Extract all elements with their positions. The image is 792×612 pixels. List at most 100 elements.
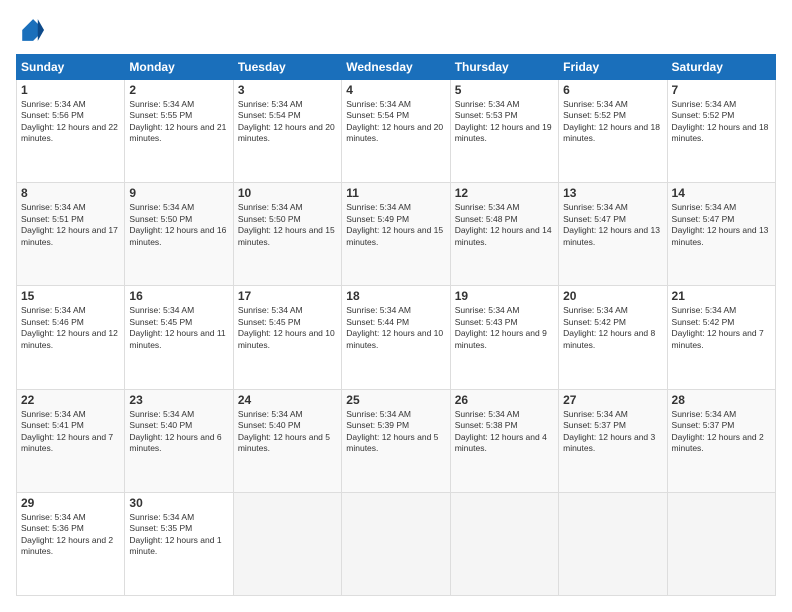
calendar-cell: [450, 492, 558, 595]
calendar-cell: 13 Sunrise: 5:34 AMSunset: 5:47 PMDayligh…: [559, 183, 667, 286]
calendar-cell: 10 Sunrise: 5:34 AMSunset: 5:50 PMDayligh…: [233, 183, 341, 286]
calendar-page: SundayMondayTuesdayWednesdayThursdayFrid…: [0, 0, 792, 612]
calendar-cell: 21 Sunrise: 5:34 AMSunset: 5:42 PMDayligh…: [667, 286, 775, 389]
calendar-cell: 26 Sunrise: 5:34 AMSunset: 5:38 PMDayligh…: [450, 389, 558, 492]
calendar-cell: [559, 492, 667, 595]
day-number: 3: [238, 83, 337, 97]
day-number: 11: [346, 186, 445, 200]
cell-info: Sunrise: 5:34 AMSunset: 5:48 PMDaylight:…: [455, 202, 552, 246]
day-number: 14: [672, 186, 771, 200]
calendar-cell: [342, 492, 450, 595]
cell-info: Sunrise: 5:34 AMSunset: 5:56 PMDaylight:…: [21, 99, 118, 143]
calendar-cell: [667, 492, 775, 595]
cell-info: Sunrise: 5:34 AMSunset: 5:43 PMDaylight:…: [455, 305, 547, 349]
calendar-cell: 7 Sunrise: 5:34 AMSunset: 5:52 PMDaylight…: [667, 80, 775, 183]
calendar-cell: 27 Sunrise: 5:34 AMSunset: 5:37 PMDayligh…: [559, 389, 667, 492]
calendar-cell: 1 Sunrise: 5:34 AMSunset: 5:56 PMDaylight…: [17, 80, 125, 183]
calendar-cell: 17 Sunrise: 5:34 AMSunset: 5:45 PMDayligh…: [233, 286, 341, 389]
day-number: 8: [21, 186, 120, 200]
day-number: 23: [129, 393, 228, 407]
calendar-cell: [233, 492, 341, 595]
day-number: 5: [455, 83, 554, 97]
cell-info: Sunrise: 5:34 AMSunset: 5:50 PMDaylight:…: [129, 202, 226, 246]
calendar-week-3: 15Sunrise: 5:34 AMSunset: 5:46 PMDayligh…: [17, 286, 776, 389]
day-number: 21: [672, 289, 771, 303]
day-number: 2: [129, 83, 228, 97]
day-number: 26: [455, 393, 554, 407]
day-number: 15: [21, 289, 120, 303]
weekday-header-sunday: Sunday: [17, 55, 125, 80]
cell-info: Sunrise: 5:34 AMSunset: 5:40 PMDaylight:…: [238, 409, 330, 453]
cell-info: Sunrise: 5:34 AMSunset: 5:53 PMDaylight:…: [455, 99, 552, 143]
cell-info: Sunrise: 5:34 AMSunset: 5:45 PMDaylight:…: [129, 305, 225, 349]
cell-info: Sunrise: 5:34 AMSunset: 5:51 PMDaylight:…: [21, 202, 118, 246]
calendar-cell: 16 Sunrise: 5:34 AMSunset: 5:45 PMDayligh…: [125, 286, 233, 389]
cell-info: Sunrise: 5:34 AMSunset: 5:50 PMDaylight:…: [238, 202, 335, 246]
calendar-cell: 18 Sunrise: 5:34 AMSunset: 5:44 PMDayligh…: [342, 286, 450, 389]
calendar-week-4: 22 Sunrise: 5:34 AMSunset: 5:41 PMDayligh…: [17, 389, 776, 492]
calendar-cell: 12 Sunrise: 5:34 AMSunset: 5:48 PMDayligh…: [450, 183, 558, 286]
day-number: 13: [563, 186, 662, 200]
calendar-cell: 2 Sunrise: 5:34 AMSunset: 5:55 PMDaylight…: [125, 80, 233, 183]
weekday-header-friday: Friday: [559, 55, 667, 80]
cell-info: Sunrise: 5:34 AMSunset: 5:38 PMDaylight:…: [455, 409, 547, 453]
calendar-week-5: 29 Sunrise: 5:34 AMSunset: 5:36 PMDayligh…: [17, 492, 776, 595]
cell-info: Sunrise: 5:34 AMSunset: 5:52 PMDaylight:…: [563, 99, 660, 143]
day-number: 28: [672, 393, 771, 407]
calendar-cell: 19 Sunrise: 5:34 AMSunset: 5:43 PMDayligh…: [450, 286, 558, 389]
calendar-cell: 6 Sunrise: 5:34 AMSunset: 5:52 PMDaylight…: [559, 80, 667, 183]
day-number: 16: [129, 289, 228, 303]
day-number: 24: [238, 393, 337, 407]
logo-icon: [16, 16, 44, 44]
calendar-cell: 25 Sunrise: 5:34 AMSunset: 5:39 PMDayligh…: [342, 389, 450, 492]
day-number: 17: [238, 289, 337, 303]
day-number: 29: [21, 496, 120, 510]
day-number: 27: [563, 393, 662, 407]
calendar-cell: 24 Sunrise: 5:34 AMSunset: 5:40 PMDayligh…: [233, 389, 341, 492]
cell-info: Sunrise: 5:34 AMSunset: 5:55 PMDaylight:…: [129, 99, 226, 143]
weekday-header-thursday: Thursday: [450, 55, 558, 80]
cell-info: Sunrise: 5:34 AMSunset: 5:41 PMDaylight:…: [21, 409, 113, 453]
day-number: 1: [21, 83, 120, 97]
cell-info: Sunrise: 5:34 AMSunset: 5:54 PMDaylight:…: [238, 99, 335, 143]
cell-info: Sunrise: 5:34 AMSunset: 5:36 PMDaylight:…: [21, 512, 113, 556]
weekday-header-row: SundayMondayTuesdayWednesdayThursdayFrid…: [17, 55, 776, 80]
calendar-cell: 14Sunrise: 5:34 AMSunset: 5:47 PMDayligh…: [667, 183, 775, 286]
day-number: 6: [563, 83, 662, 97]
cell-info: Sunrise: 5:34 AMSunset: 5:42 PMDaylight:…: [563, 305, 655, 349]
cell-info: Sunrise: 5:34 AMSunset: 5:47 PMDaylight:…: [563, 202, 660, 246]
cell-info: Sunrise: 5:34 AMSunset: 5:44 PMDaylight:…: [346, 305, 443, 349]
day-number: 7: [672, 83, 771, 97]
day-number: 30: [129, 496, 228, 510]
calendar-cell: 4 Sunrise: 5:34 AMSunset: 5:54 PMDaylight…: [342, 80, 450, 183]
cell-info: Sunrise: 5:34 AMSunset: 5:52 PMDaylight:…: [672, 99, 769, 143]
calendar-cell: 3 Sunrise: 5:34 AMSunset: 5:54 PMDaylight…: [233, 80, 341, 183]
weekday-header-tuesday: Tuesday: [233, 55, 341, 80]
calendar-cell: 23Sunrise: 5:34 AMSunset: 5:40 PMDayligh…: [125, 389, 233, 492]
weekday-header-monday: Monday: [125, 55, 233, 80]
day-number: 20: [563, 289, 662, 303]
day-number: 10: [238, 186, 337, 200]
day-number: 12: [455, 186, 554, 200]
weekday-header-saturday: Saturday: [667, 55, 775, 80]
day-number: 22: [21, 393, 120, 407]
cell-info: Sunrise: 5:34 AMSunset: 5:39 PMDaylight:…: [346, 409, 438, 453]
day-number: 19: [455, 289, 554, 303]
calendar-cell: 20 Sunrise: 5:34 AMSunset: 5:42 PMDayligh…: [559, 286, 667, 389]
cell-info: Sunrise: 5:34 AMSunset: 5:45 PMDaylight:…: [238, 305, 335, 349]
cell-info: Sunrise: 5:34 AMSunset: 5:37 PMDaylight:…: [672, 409, 764, 453]
calendar-cell: 9Sunrise: 5:34 AMSunset: 5:50 PMDaylight…: [125, 183, 233, 286]
calendar-cell: 29 Sunrise: 5:34 AMSunset: 5:36 PMDayligh…: [17, 492, 125, 595]
calendar-week-2: 8 Sunrise: 5:34 AMSunset: 5:51 PMDaylight…: [17, 183, 776, 286]
day-number: 25: [346, 393, 445, 407]
day-number: 18: [346, 289, 445, 303]
cell-info: Sunrise: 5:34 AMSunset: 5:54 PMDaylight:…: [346, 99, 443, 143]
cell-info: Sunrise: 5:34 AMSunset: 5:42 PMDaylight:…: [672, 305, 764, 349]
logo: [16, 16, 48, 44]
day-number: 4: [346, 83, 445, 97]
calendar-week-1: 1 Sunrise: 5:34 AMSunset: 5:56 PMDaylight…: [17, 80, 776, 183]
cell-info: Sunrise: 5:34 AMSunset: 5:35 PMDaylight:…: [129, 512, 221, 556]
cell-info: Sunrise: 5:34 AMSunset: 5:49 PMDaylight:…: [346, 202, 443, 246]
calendar-cell: 22 Sunrise: 5:34 AMSunset: 5:41 PMDayligh…: [17, 389, 125, 492]
cell-info: Sunrise: 5:34 AMSunset: 5:37 PMDaylight:…: [563, 409, 655, 453]
